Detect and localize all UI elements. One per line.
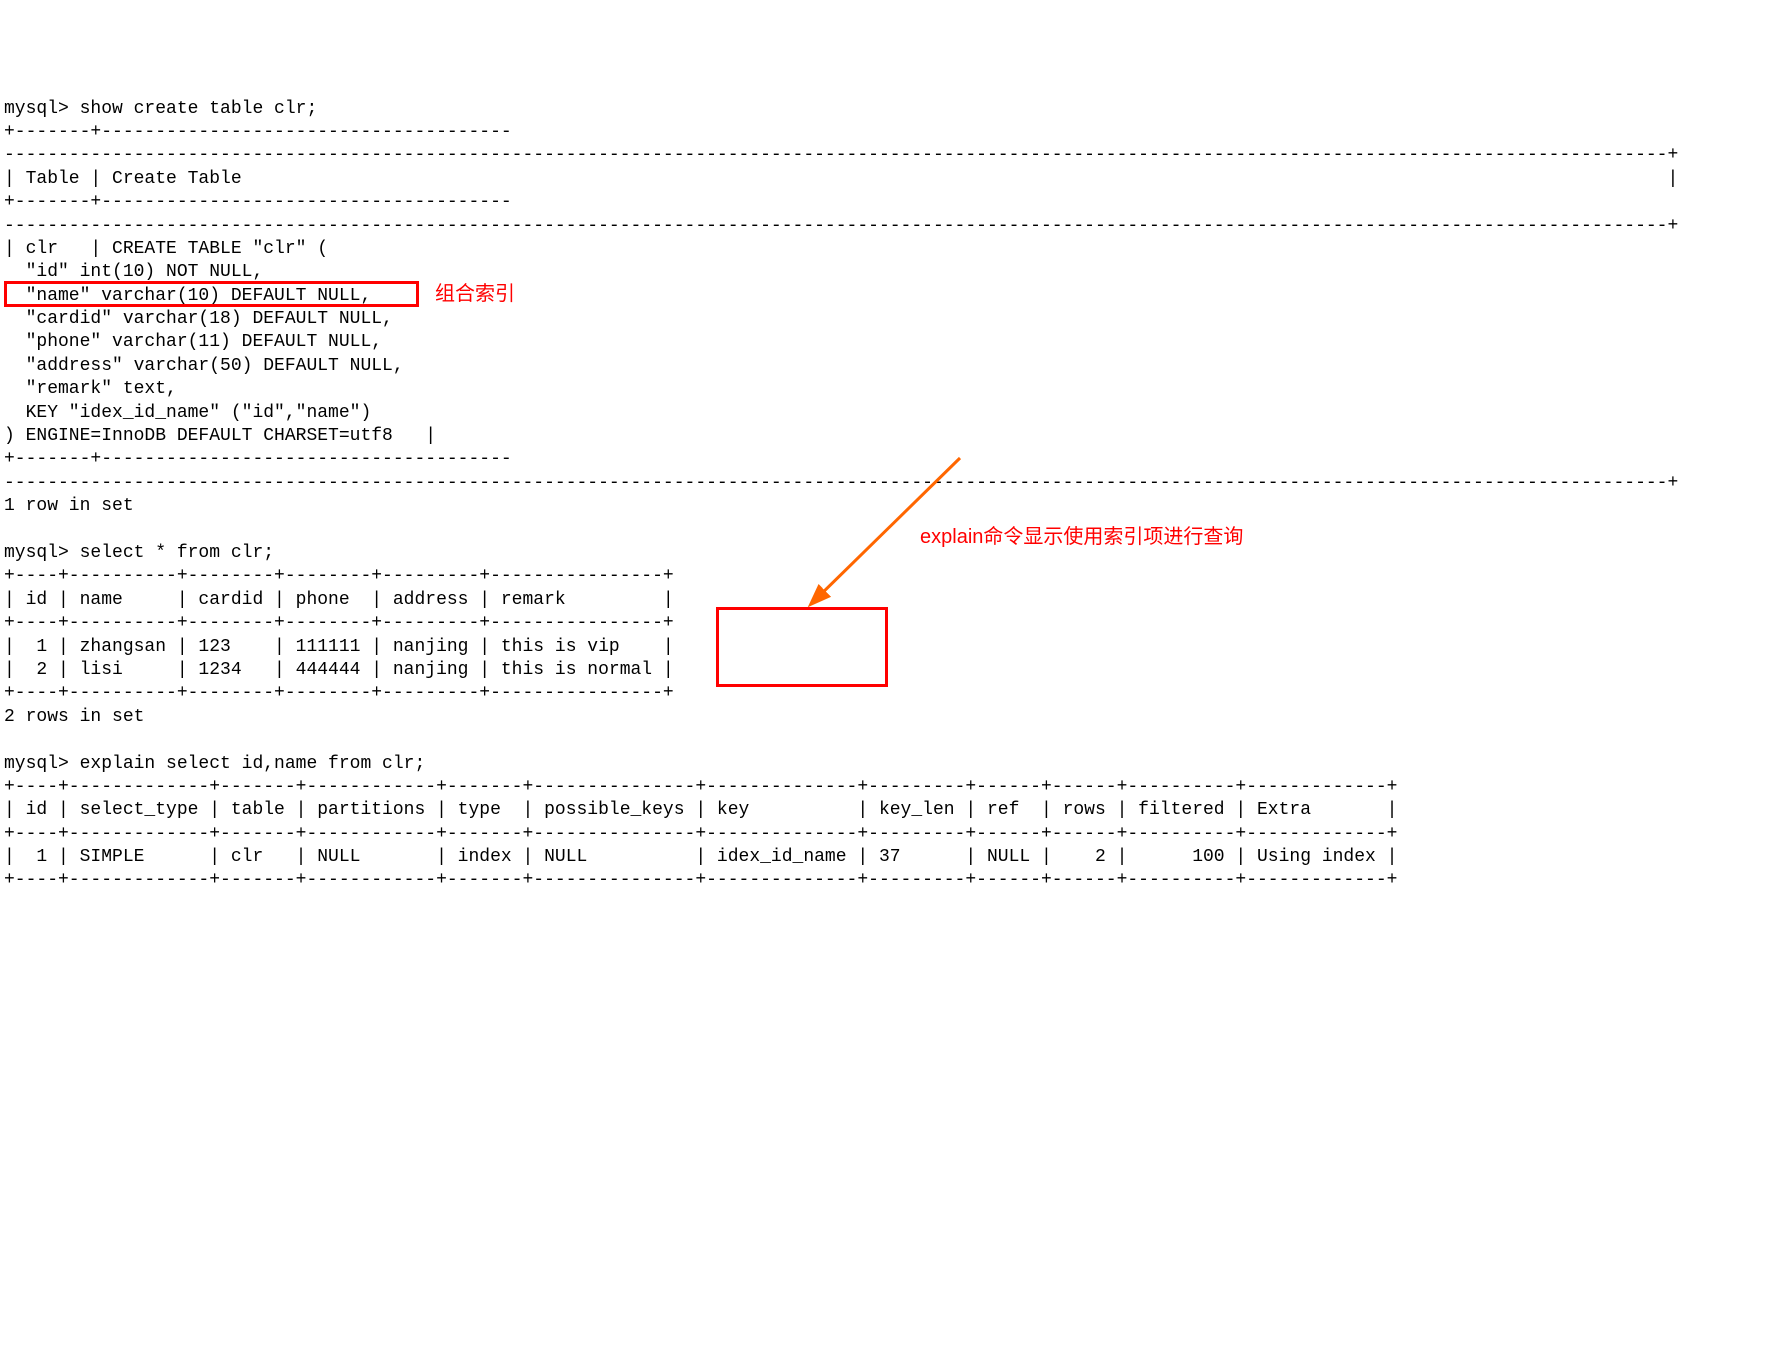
- divider: ----------------------------------------…: [4, 145, 1678, 165]
- table-header-row: | Table | Create Table |: [4, 169, 1678, 189]
- create-table-key-line: KEY "idex_id_name" ("id","name"): [4, 403, 371, 423]
- divider: +----+----------+--------+--------+-----…: [4, 613, 674, 633]
- highlight-box-key-column: [716, 607, 888, 687]
- divider: +----+-------------+-------+------------…: [4, 824, 1397, 844]
- command-explain: mysql> explain select id,name from clr;: [4, 754, 425, 774]
- divider: +-------+-------------------------------…: [4, 122, 512, 142]
- create-table-line: "cardid" varchar(18) DEFAULT NULL,: [4, 309, 393, 329]
- command-show-create: mysql> show create table clr;: [4, 99, 317, 119]
- create-table-line: "phone" varchar(11) DEFAULT NULL,: [4, 332, 382, 352]
- divider: ----------------------------------------…: [4, 216, 1678, 236]
- terminal-output: mysql> show create table clr; +-------+-…: [4, 98, 1768, 893]
- divider: +-------+-------------------------------…: [4, 449, 512, 469]
- create-table-line: | clr | CREATE TABLE "clr" (: [4, 239, 328, 259]
- create-table-line: ) ENGINE=InnoDB DEFAULT CHARSET=utf8 |: [4, 426, 436, 446]
- table-row: | 1 | SIMPLE | clr | NULL | index | NULL…: [4, 847, 1397, 867]
- divider: +----+----------+--------+--------+-----…: [4, 566, 674, 586]
- divider: ----------------------------------------…: [4, 473, 1678, 493]
- table-header-row: | id | select_type | table | partitions …: [4, 800, 1397, 820]
- create-table-line: "remark" text,: [4, 379, 177, 399]
- rows-in-set: 1 row in set: [4, 496, 134, 516]
- create-table-line: "address" varchar(50) DEFAULT NULL,: [4, 356, 404, 376]
- divider: +-------+-------------------------------…: [4, 192, 512, 212]
- table-header-row: | id | name | cardid | phone | address |…: [4, 590, 674, 610]
- annotation-composite-index: 组合索引: [435, 281, 515, 307]
- table-row: | 1 | zhangsan | 123 | 111111 | nanjing …: [4, 637, 674, 657]
- create-table-line: "id" int(10) NOT NULL,: [4, 262, 263, 282]
- rows-in-set: 2 rows in set: [4, 707, 144, 727]
- divider: +----+-------------+-------+------------…: [4, 777, 1397, 797]
- table-row: | 2 | lisi | 1234 | 444444 | nanjing | t…: [4, 660, 674, 680]
- annotation-explain-index: explain命令显示使用索引项进行查询: [920, 524, 1243, 550]
- divider: +----+-------------+-------+------------…: [4, 870, 1397, 890]
- highlight-box-key: [4, 281, 419, 307]
- command-select: mysql> select * from clr;: [4, 543, 274, 563]
- divider: +----+----------+--------+--------+-----…: [4, 683, 674, 703]
